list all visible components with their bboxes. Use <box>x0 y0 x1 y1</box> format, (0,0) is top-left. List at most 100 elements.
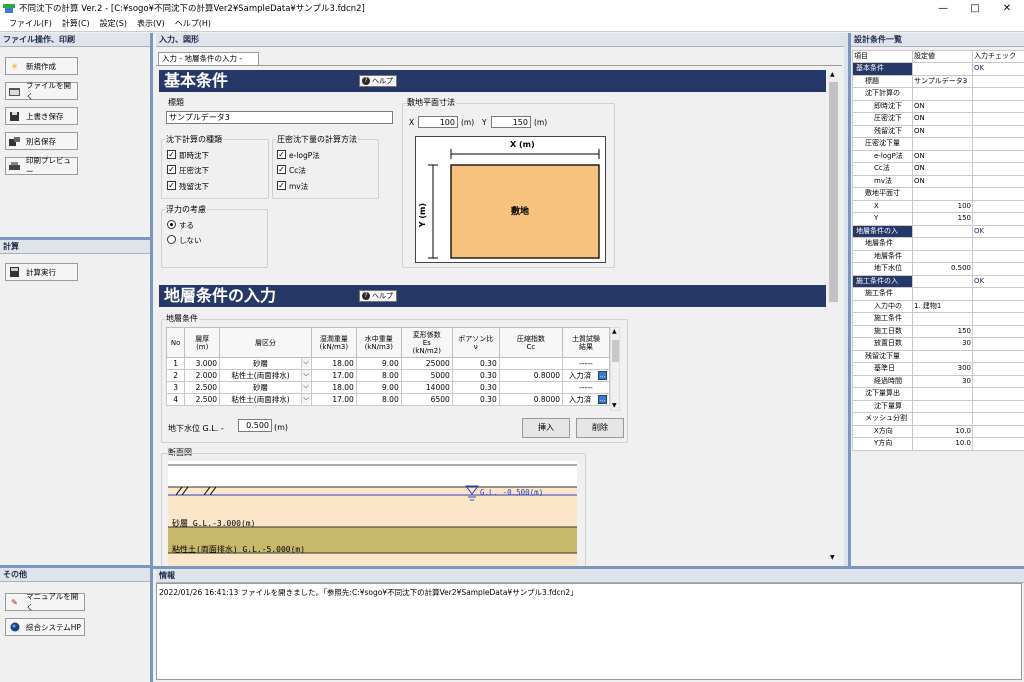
layer-scroll-thumb[interactable] <box>612 340 619 362</box>
main-scroll-up-icon[interactable]: ▲ <box>830 71 835 78</box>
test-edit-button[interactable]: … <box>598 371 607 380</box>
table-row[interactable]: 地層条件 <box>852 237 1024 251</box>
layer-cell-nu[interactable]: 0.30 <box>451 357 500 370</box>
run-calc-button[interactable]: 計算実行 <box>5 263 78 281</box>
layer-cell-no[interactable]: 1 <box>165 357 186 370</box>
mv-method-checkbox[interactable]: ✓ <box>277 181 286 190</box>
menu-settings[interactable]: 設定(S) <box>100 18 127 29</box>
cond-item[interactable]: X <box>852 199 913 213</box>
layer-cell-es[interactable]: 14000 <box>400 381 453 394</box>
layer-cell-cc[interactable] <box>498 381 564 394</box>
table-row[interactable]: 基準日 300 <box>852 362 1024 376</box>
title-input[interactable]: サンプルデータ3 <box>166 111 393 124</box>
cond-item[interactable]: 基準日 <box>852 362 913 376</box>
consolidation-settlement-checkbox[interactable]: ✓ <box>167 165 176 174</box>
table-row[interactable]: 施工条件 <box>852 312 1024 326</box>
layer-cell-test[interactable]: 入力済… <box>562 369 610 382</box>
table-row[interactable]: 残留沈下 ON <box>852 124 1024 138</box>
layer-cell-no[interactable]: 2 <box>165 369 186 382</box>
print-preview-button[interactable]: 印刷プレビュー <box>5 156 78 176</box>
cond-item[interactable]: 沈下計算の <box>852 87 913 101</box>
table-row[interactable]: 施工条件 <box>852 287 1024 301</box>
table-row[interactable]: 即時沈下 ON <box>852 99 1024 113</box>
table-row[interactable]: X方向 10.0 <box>852 424 1024 438</box>
table-row[interactable]: Y 150 <box>852 212 1024 226</box>
table-row[interactable]: 基本条件 OK <box>852 62 1024 76</box>
layer-cell-type[interactable]: 砂層 ⌵ <box>219 357 312 370</box>
layer-cell-cc[interactable]: 0.8000 <box>498 369 564 382</box>
cond-item[interactable]: 地層条件 <box>852 249 913 263</box>
cond-item[interactable]: mv法 <box>852 174 913 188</box>
menu-calc[interactable]: 計算(C) <box>62 18 90 29</box>
table-row[interactable]: メッシュ分割 <box>852 412 1024 426</box>
cond-item[interactable]: 地層条件の入 <box>852 224 913 238</box>
cond-item[interactable]: 圧密沈下 <box>852 112 913 126</box>
elogp-checkbox[interactable]: ✓ <box>277 150 286 159</box>
layer-help-button[interactable]: ? ヘルプ <box>359 290 397 302</box>
scroll-down-icon[interactable]: ▼ <box>612 402 617 409</box>
tab-layer-input[interactable]: 入力 - 地層条件の入力 - <box>158 52 259 65</box>
table-row[interactable]: 地下水位 0.500 <box>852 262 1024 276</box>
layer-cell-nu[interactable]: 0.30 <box>451 393 500 406</box>
layer-cell-cc[interactable] <box>498 357 564 370</box>
table-row[interactable]: 標題 サンプルデータ3 <box>852 74 1024 88</box>
test-edit-button[interactable]: … <box>598 395 607 404</box>
menu-view[interactable]: 表示(V) <box>137 18 165 29</box>
layer-cell-nu[interactable]: 0.30 <box>451 381 500 394</box>
layer-cell-nu[interactable]: 0.30 <box>451 369 500 382</box>
cond-item[interactable]: 施工条件 <box>852 312 913 326</box>
save-as-button[interactable]: 別名保存 <box>5 132 78 150</box>
layer-cell-type[interactable]: 砂層 ⌵ <box>219 381 312 394</box>
table-row[interactable]: 沈下計算の <box>852 87 1024 101</box>
maximize-button[interactable]: □ <box>960 0 990 16</box>
layer-cell-sub[interactable]: 8.00 <box>355 393 402 406</box>
gw-input[interactable]: 0.500 <box>238 419 272 432</box>
layer-cell-wet[interactable]: 17.00 <box>310 369 357 382</box>
insert-button[interactable]: 挿入 <box>522 418 570 438</box>
table-row[interactable]: 放置日数 30 <box>852 337 1024 351</box>
table-row[interactable]: Cc法 ON <box>852 162 1024 176</box>
layer-cell-sub[interactable]: 8.00 <box>355 369 402 382</box>
minimize-button[interactable]: — <box>928 0 958 16</box>
table-row[interactable]: 沈下量算出 <box>852 387 1024 401</box>
cond-item[interactable]: Y方向 <box>852 437 913 451</box>
cond-item[interactable]: 基本条件 <box>852 62 913 76</box>
layer-cell-es[interactable]: 5000 <box>400 369 453 382</box>
table-row[interactable]: 1 3.000 砂層 ⌵ 18.00 9.00 25000 0.30 ----- <box>165 357 610 370</box>
cond-item[interactable]: Y <box>852 212 913 226</box>
cc-method-checkbox[interactable]: ✓ <box>277 165 286 174</box>
cond-item[interactable]: 沈下量算出 <box>852 387 913 401</box>
main-scroll-down-icon[interactable]: ▼ <box>830 554 835 561</box>
cond-item[interactable]: 圧密沈下量 <box>852 137 913 151</box>
cond-item[interactable]: Cc法 <box>852 162 913 176</box>
table-row[interactable]: 経過時間 30 <box>852 374 1024 388</box>
chevron-down-icon[interactable]: ⌵ <box>300 394 310 404</box>
layer-cell-test[interactable]: ----- <box>562 381 610 394</box>
buoyancy-yes-radio[interactable] <box>167 220 176 229</box>
open-button[interactable]: ファイルを開く <box>5 81 78 101</box>
table-row[interactable]: Y方向 10.0 <box>852 437 1024 451</box>
layer-cell-es[interactable]: 25000 <box>400 357 453 370</box>
layer-cell-test[interactable]: ----- <box>562 357 610 370</box>
table-row[interactable]: 敷地平面寸 <box>852 187 1024 201</box>
cond-item[interactable]: 標題 <box>852 74 913 88</box>
cond-item[interactable]: 地下水位 <box>852 262 913 276</box>
company-hp-button[interactable]: 綜合システムHP <box>5 618 85 636</box>
table-row[interactable]: 入力中の 1. 建物1 <box>852 299 1024 313</box>
cond-item[interactable]: メッシュ分割 <box>852 412 913 426</box>
table-row[interactable]: 地層条件の入 OK <box>852 224 1024 238</box>
layer-cell-sub[interactable]: 9.00 <box>355 357 402 370</box>
buoyancy-no-radio[interactable] <box>167 235 176 244</box>
table-row[interactable]: 2 2.000 粘性土(両面排水) ⌵ 17.00 8.00 5000 0.30 0.8000 入… <box>165 369 610 382</box>
chevron-down-icon[interactable]: ⌵ <box>300 358 310 368</box>
delete-button[interactable]: 削除 <box>576 418 624 438</box>
table-row[interactable]: X 100 <box>852 199 1024 213</box>
instant-settlement-checkbox[interactable]: ✓ <box>167 150 176 159</box>
cond-item[interactable]: 入力中の <box>852 299 913 313</box>
cond-item[interactable]: 残留沈下量 <box>852 349 913 363</box>
cond-item[interactable]: 施工条件 <box>852 287 913 301</box>
table-row[interactable]: 残留沈下量 <box>852 349 1024 363</box>
layer-cell-cc[interactable]: 0.8000 <box>498 393 564 406</box>
chevron-down-icon[interactable]: ⌵ <box>300 382 310 392</box>
y-input[interactable]: 150 <box>491 116 531 128</box>
